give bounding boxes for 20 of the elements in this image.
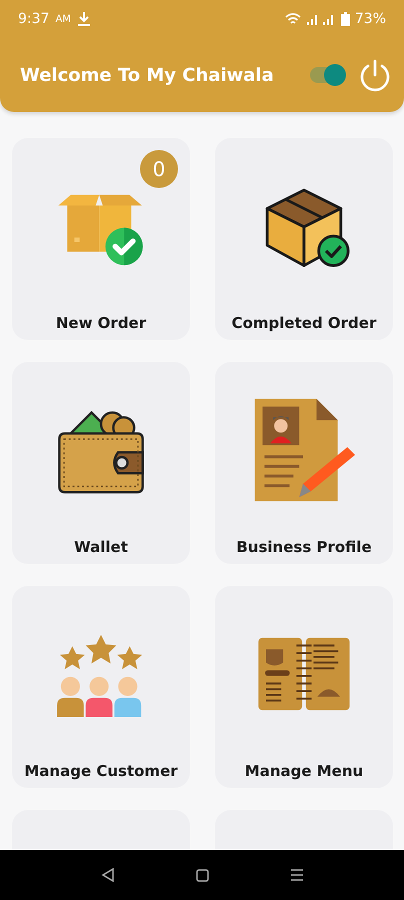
menu-tile[interactable]: Manage Customer [12, 586, 190, 788]
signal-icon [306, 13, 336, 25]
wifi-icon [284, 12, 301, 26]
battery-level: 73% [354, 11, 386, 27]
menu-tile[interactable]: Wallet [12, 362, 190, 564]
menu-tile[interactable]: New Order 0 [12, 138, 190, 340]
menu-tile[interactable]: Completed Order [215, 138, 393, 340]
menu-book-icon [256, 636, 352, 712]
toggle-switch[interactable] [310, 67, 344, 83]
back-icon[interactable] [100, 868, 114, 882]
recents-icon[interactable] [290, 869, 304, 881]
download-icon [76, 11, 91, 27]
menu-tile[interactable]: Business Profile [215, 362, 393, 564]
count-badge: 0 [140, 150, 178, 188]
status-time: 9:37 [18, 11, 50, 27]
status-meridiem: AM [55, 14, 71, 24]
battery-icon [340, 12, 350, 26]
menu-tile[interactable]: Manage Menu [215, 586, 393, 788]
home-icon[interactable] [196, 868, 208, 882]
app-title: Welcome To My Chaiwala [20, 64, 274, 86]
